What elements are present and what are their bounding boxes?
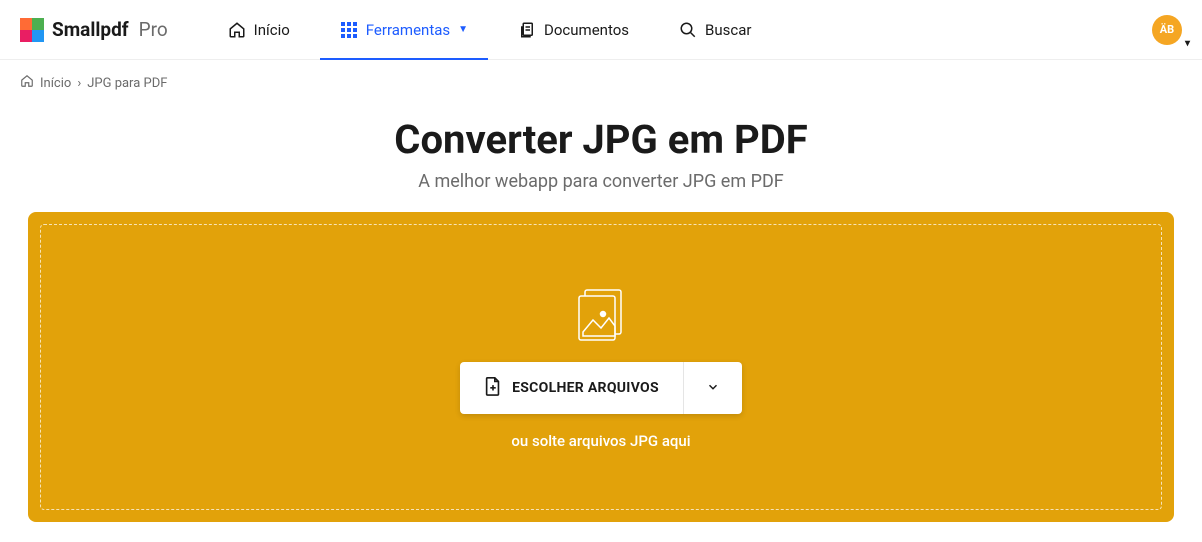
search-icon [679,21,697,39]
image-stack-icon [571,284,631,344]
nav-tools[interactable]: Ferramentas ▼ [320,0,488,60]
choose-files-button[interactable]: ESCOLHER ARQUIVOS [460,362,683,414]
home-icon [20,74,34,92]
file-add-icon [484,376,502,400]
documents-icon [518,21,536,39]
app-header: Smallpdf Pro Início Ferramentas ▼ [0,0,1202,60]
nav-search-label: Buscar [705,21,751,39]
user-avatar[interactable]: ÄB [1152,15,1182,45]
brand-name: Smallpdf [52,18,129,41]
dropzone-inner: ESCOLHER ARQUIVOS ou solte arquivos JPG … [40,224,1162,510]
avatar-initials: ÄB [1160,23,1174,36]
file-dropzone[interactable]: ESCOLHER ARQUIVOS ou solte arquivos JPG … [28,212,1174,522]
breadcrumb-current: JPG para PDF [87,76,167,91]
choose-files-label: ESCOLHER ARQUIVOS [512,380,659,396]
hero-section: Converter JPG em PDF A melhor webapp par… [0,106,1202,212]
drop-hint: ou solte arquivos JPG aqui [511,432,690,450]
brand-logo[interactable]: Smallpdf Pro [20,18,168,42]
home-icon [228,21,246,39]
nav-home[interactable]: Início [208,0,310,60]
nav-documents-label: Documentos [544,21,629,39]
page-title: Converter JPG em PDF [20,116,1182,163]
choose-files-group: ESCOLHER ARQUIVOS [460,362,742,414]
page-subtitle: A melhor webapp para converter JPG em PD… [20,171,1182,192]
brand-suffix: Pro [139,18,168,41]
main-nav: Início Ferramentas ▼ Documentos [208,0,772,60]
nav-tools-label: Ferramentas [366,21,450,39]
grid-icon [340,21,358,39]
chevron-down-icon: ▼ [458,24,468,35]
nav-home-label: Início [254,21,290,39]
breadcrumb: Início › JPG para PDF [0,60,1202,106]
dropzone-container: ESCOLHER ARQUIVOS ou solte arquivos JPG … [0,212,1202,522]
logo-icon [20,18,44,42]
breadcrumb-separator: › [77,76,81,91]
breadcrumb-home[interactable]: Início [40,76,71,91]
choose-files-dropdown[interactable] [683,362,742,414]
nav-search[interactable]: Buscar [659,0,771,60]
nav-documents[interactable]: Documentos [498,0,649,60]
chevron-down-icon [706,379,720,398]
